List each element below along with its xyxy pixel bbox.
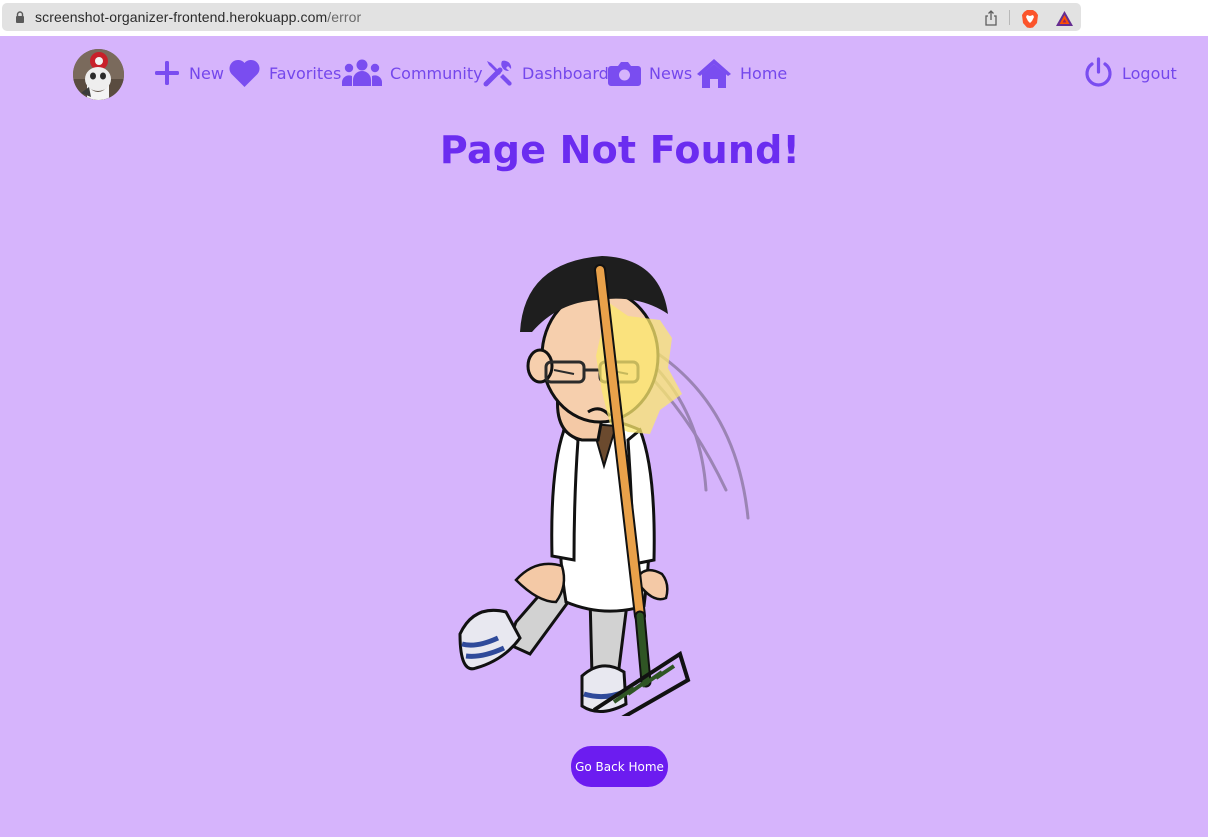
share-icon[interactable] [984, 10, 998, 26]
go-back-home-button[interactable]: Go Back Home [571, 746, 668, 787]
avatar-image [73, 49, 124, 100]
avatar[interactable] [73, 49, 124, 100]
heart-icon [229, 59, 260, 87]
logout-button[interactable]: Logout [1083, 55, 1177, 91]
nav-favorites[interactable]: Favorites [228, 55, 341, 91]
tools-icon [483, 60, 512, 87]
brave-shields-icon[interactable] [1020, 9, 1040, 29]
page-title: Page Not Found! [439, 128, 801, 172]
navbar: New Favorites Community Dashboard News H… [0, 36, 1208, 114]
nav-favorites-label: Favorites [269, 63, 342, 83]
error-illustration [458, 256, 750, 716]
nav-community[interactable]: Community [342, 55, 483, 91]
nav-news[interactable]: News [608, 55, 692, 91]
divider [1009, 10, 1010, 25]
power-icon [1085, 56, 1112, 87]
plus-icon [155, 61, 179, 85]
nav-dashboard[interactable]: Dashboard [482, 55, 609, 91]
url-host: screenshot-organizer-frontend.herokuapp.… [35, 9, 328, 25]
nav-new[interactable]: New [153, 55, 224, 91]
nav-news-label: News [649, 63, 693, 83]
nav-new-label: New [189, 63, 224, 83]
nav-community-label: Community [390, 63, 483, 83]
app-page: New Favorites Community Dashboard News H… [0, 36, 1208, 837]
url-path: /error [327, 9, 362, 25]
lock-icon [16, 11, 24, 23]
logout-label: Logout [1122, 63, 1177, 83]
users-icon [342, 59, 382, 86]
camera-icon [608, 62, 641, 86]
address-bar[interactable]: screenshot-organizer-frontend.herokuapp.… [2, 3, 1081, 31]
nav-home[interactable]: Home [696, 55, 787, 91]
nav-dashboard-label: Dashboard [522, 63, 609, 83]
home-icon [697, 59, 731, 88]
url-text[interactable]: screenshot-organizer-frontend.herokuapp.… [35, 9, 361, 25]
nav-home-label: Home [740, 63, 788, 83]
brave-rewards-icon[interactable] [1055, 10, 1074, 27]
